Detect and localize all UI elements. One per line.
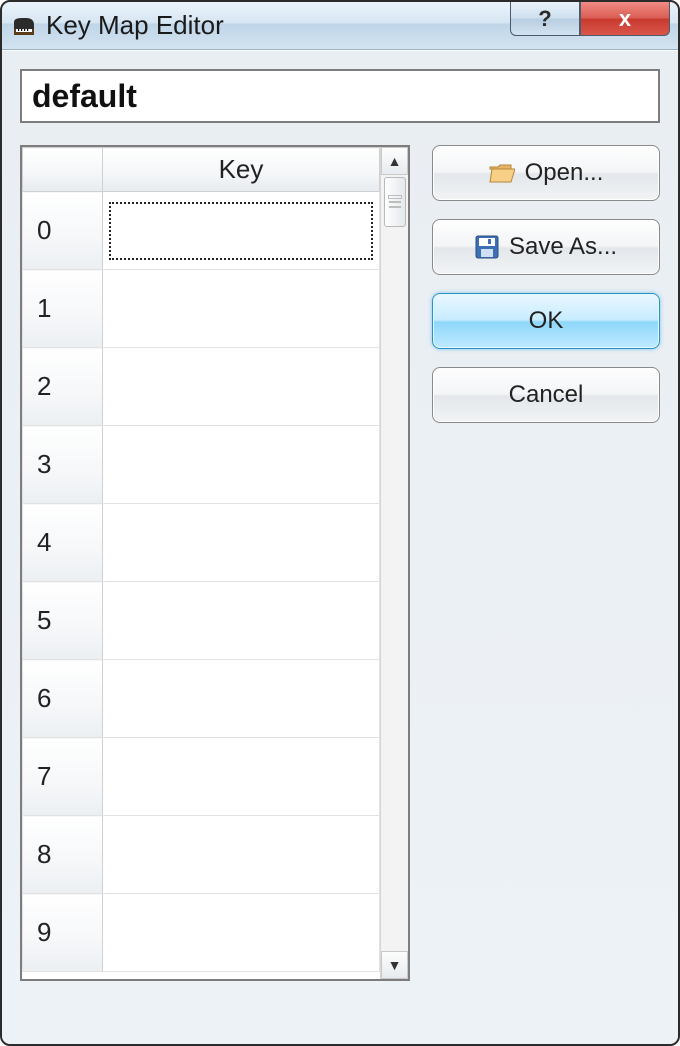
key-table[interactable]: Key 0 1 (20, 145, 410, 981)
vertical-scrollbar[interactable]: ▲ ▼ (380, 147, 408, 979)
key-table-viewport: Key 0 1 (22, 147, 380, 979)
scroll-down-button[interactable]: ▼ (381, 951, 408, 979)
scroll-up-button[interactable]: ▲ (381, 147, 408, 175)
button-column: Open... Save As... OK (432, 145, 660, 981)
ok-button[interactable]: OK (432, 293, 660, 349)
row-index[interactable]: 8 (23, 816, 103, 894)
row-index[interactable]: 2 (23, 348, 103, 426)
body-row: Key 0 1 (20, 145, 660, 981)
save-as-button[interactable]: Save As... (432, 219, 660, 275)
key-cell[interactable] (103, 660, 380, 738)
key-cell[interactable] (103, 426, 380, 504)
piano-icon (12, 14, 36, 38)
table-row[interactable]: 5 (23, 582, 380, 660)
row-index[interactable]: 3 (23, 426, 103, 504)
row-index[interactable]: 5 (23, 582, 103, 660)
key-cell[interactable] (103, 192, 380, 270)
key-cell[interactable] (103, 738, 380, 816)
table-row[interactable]: 9 (23, 894, 380, 972)
help-icon: ? (538, 6, 551, 32)
client-area: Key 0 1 (2, 50, 678, 1044)
folder-open-icon (489, 162, 515, 184)
save-as-button-label: Save As... (509, 233, 617, 261)
cancel-button-label: Cancel (509, 381, 584, 409)
key-cell[interactable] (103, 816, 380, 894)
selected-cell-editor[interactable] (109, 202, 373, 260)
cancel-button[interactable]: Cancel (432, 367, 660, 423)
rownum-header[interactable] (23, 148, 103, 192)
key-cell[interactable] (103, 348, 380, 426)
key-cell[interactable] (103, 270, 380, 348)
table-row[interactable]: 1 (23, 270, 380, 348)
map-name-input[interactable] (20, 69, 660, 123)
table-row[interactable]: 0 (23, 192, 380, 270)
row-index[interactable]: 6 (23, 660, 103, 738)
key-cell[interactable] (103, 582, 380, 660)
table-row[interactable]: 6 (23, 660, 380, 738)
open-button[interactable]: Open... (432, 145, 660, 201)
row-index[interactable]: 7 (23, 738, 103, 816)
table-row[interactable]: 4 (23, 504, 380, 582)
scroll-thumb[interactable] (384, 177, 406, 227)
ok-button-label: OK (529, 307, 564, 335)
key-cell[interactable] (103, 894, 380, 972)
table-row[interactable]: 8 (23, 816, 380, 894)
close-icon: x (619, 6, 631, 32)
chevron-up-icon: ▲ (388, 153, 402, 169)
table-row[interactable]: 2 (23, 348, 380, 426)
row-index[interactable]: 1 (23, 270, 103, 348)
close-button[interactable]: x (580, 2, 670, 36)
key-column-header[interactable]: Key (103, 148, 380, 192)
row-index[interactable]: 4 (23, 504, 103, 582)
chevron-down-icon: ▼ (388, 957, 402, 973)
table-row[interactable]: 7 (23, 738, 380, 816)
titlebar[interactable]: Key Map Editor ? x (2, 2, 678, 50)
row-index[interactable]: 9 (23, 894, 103, 972)
table-row[interactable]: 3 (23, 426, 380, 504)
row-index[interactable]: 0 (23, 192, 103, 270)
floppy-save-icon (475, 235, 499, 259)
open-button-label: Open... (525, 159, 604, 187)
help-button[interactable]: ? (510, 2, 580, 36)
key-cell[interactable] (103, 504, 380, 582)
titlebar-buttons: ? x (510, 2, 678, 49)
window-title: Key Map Editor (46, 10, 510, 41)
key-map-editor-window: Key Map Editor ? x Key (0, 0, 680, 1046)
